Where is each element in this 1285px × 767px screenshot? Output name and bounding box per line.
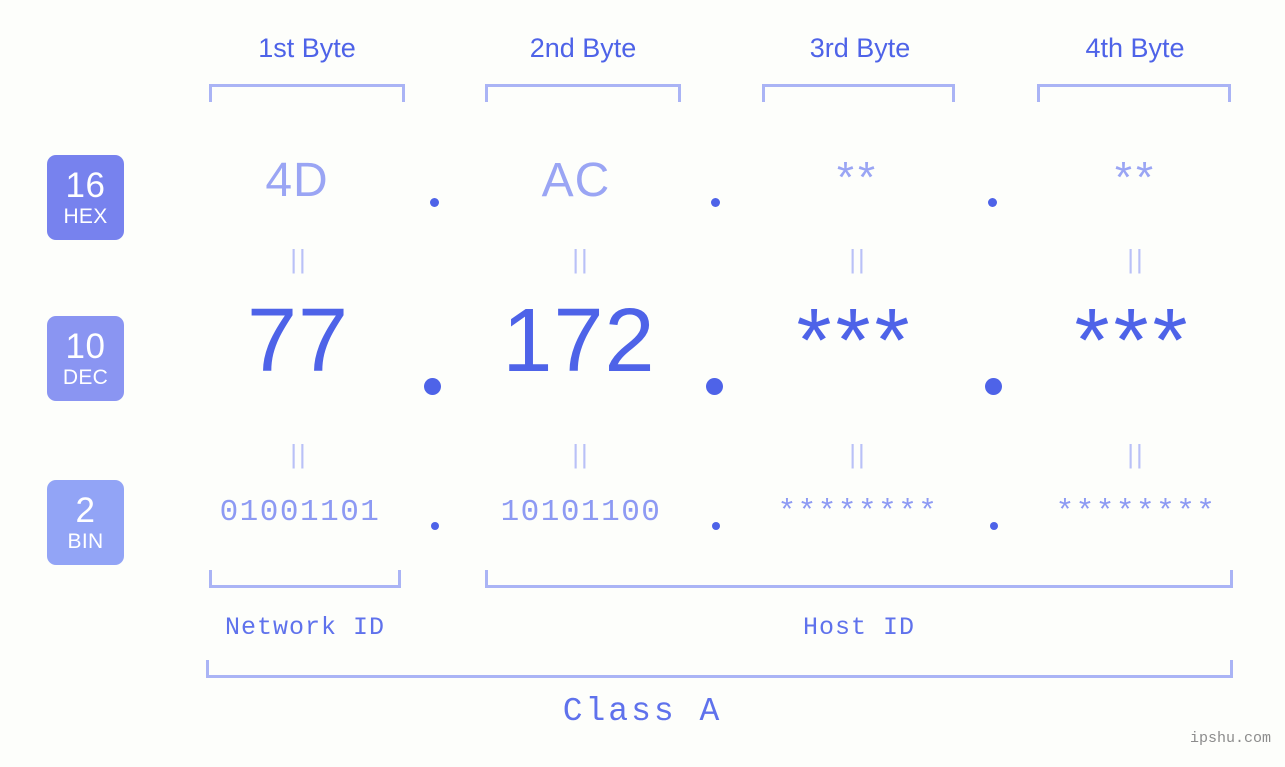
hex-value-byte-3: ** <box>836 153 880 202</box>
byte-header-label-1: 1st Byte <box>258 33 356 63</box>
byte-header-label-3: 3rd Byte <box>809 33 911 63</box>
dec-value-byte-1: 77 <box>246 291 350 391</box>
hex-separator-dot-2 <box>711 198 720 207</box>
hex-value-byte-2: AC <box>541 154 611 207</box>
dec-value-byte-3: *** <box>796 291 914 391</box>
byte-bracket-2 <box>485 84 681 102</box>
bin-value-byte-3: ******** <box>777 495 939 530</box>
equals-marker-hex-dec-2: || <box>572 244 590 274</box>
class-bracket <box>206 660 1233 678</box>
equals-marker-dec-bin-2: || <box>572 439 590 469</box>
dec-separator-dot-3 <box>985 378 1002 395</box>
equals-marker-dec-bin-4: || <box>1127 439 1145 469</box>
network-id-bracket <box>209 570 401 588</box>
byte-bracket-1 <box>209 84 405 102</box>
network-id-label: Network ID <box>224 613 386 642</box>
base-badge-bin: 2 BIN <box>47 480 124 565</box>
byte-bracket-4 <box>1037 84 1231 102</box>
host-id-bracket <box>485 570 1233 588</box>
bin-value-byte-4: ******** <box>1055 495 1217 530</box>
base-badge-dec-number: 10 <box>65 327 106 366</box>
dec-separator-dot-2 <box>706 378 723 395</box>
byte-header-label-2: 2nd Byte <box>529 33 637 63</box>
hex-separator-dot-1 <box>430 198 439 207</box>
hex-value-byte-1: 4D <box>265 154 329 207</box>
watermark: ipshu.com <box>1189 730 1271 747</box>
hex-separator-dot-3 <box>988 198 997 207</box>
equals-marker-hex-dec-4: || <box>1127 244 1145 274</box>
bin-separator-dot-3 <box>990 522 998 530</box>
bin-separator-dot-1 <box>431 522 439 530</box>
class-label: Class A <box>562 693 723 730</box>
byte-header-label-4: 4th Byte <box>1085 33 1185 63</box>
bin-separator-dot-2 <box>712 522 720 530</box>
base-badge-hex-name: HEX <box>63 205 108 228</box>
base-badge-hex: 16 HEX <box>47 155 124 240</box>
base-badge-bin-number: 2 <box>75 491 96 530</box>
bin-value-byte-1: 01001101 <box>219 495 381 530</box>
dec-separator-dot-1 <box>424 378 441 395</box>
byte-bracket-3 <box>762 84 955 102</box>
hex-value-byte-4: ** <box>1114 153 1158 202</box>
dec-value-byte-4: *** <box>1074 291 1192 391</box>
bin-value-byte-2: 10101100 <box>500 495 662 530</box>
base-badge-hex-number: 16 <box>65 166 106 205</box>
dec-value-byte-2: 172 <box>502 291 656 391</box>
host-id-label: Host ID <box>802 613 916 642</box>
base-badge-dec: 10 DEC <box>47 316 124 401</box>
equals-marker-hex-dec-3: || <box>849 244 867 274</box>
equals-marker-dec-bin-1: || <box>290 439 308 469</box>
equals-marker-hex-dec-1: || <box>290 244 308 274</box>
equals-marker-dec-bin-3: || <box>849 439 867 469</box>
base-badge-dec-name: DEC <box>62 366 109 389</box>
base-badge-bin-name: BIN <box>67 530 104 553</box>
